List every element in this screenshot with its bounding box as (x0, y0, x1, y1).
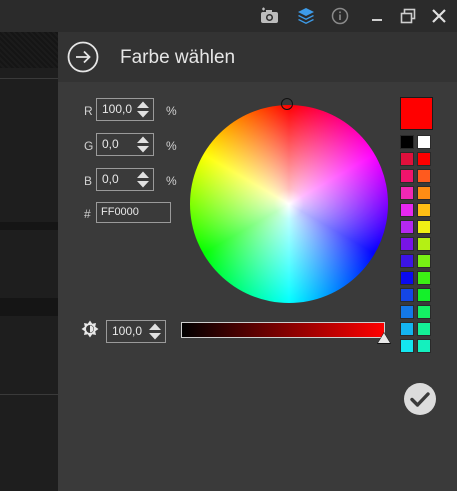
red-stepper-icon[interactable] (136, 100, 150, 119)
red-value: 100,0 (102, 102, 133, 116)
background-toolbar (0, 32, 58, 68)
camera-icon[interactable] (260, 6, 280, 26)
palette-swatch[interactable] (400, 135, 414, 149)
channel-label-b: B (84, 174, 93, 188)
hex-value: FF0000 (101, 206, 139, 218)
palette-swatch[interactable] (417, 135, 431, 149)
restore-icon[interactable] (398, 6, 418, 26)
checkmark-icon (410, 392, 430, 407)
blue-value: 0,0 (102, 172, 119, 186)
brightness-icon (81, 320, 99, 338)
brightness-slider-marker[interactable] (378, 333, 390, 343)
palette-swatch[interactable] (417, 288, 431, 302)
palette-swatch[interactable] (417, 339, 431, 353)
brightness-input[interactable]: 100,0 (106, 320, 166, 343)
palette-swatch[interactable] (417, 322, 431, 336)
red-input[interactable]: 100,0 (96, 98, 154, 121)
brightness-gradient-slider[interactable] (181, 322, 385, 338)
brightness-value: 100,0 (112, 324, 143, 338)
palette-swatch[interactable] (417, 152, 431, 166)
hex-input[interactable]: FF0000 (96, 202, 171, 223)
red-unit: % (166, 104, 177, 118)
green-value: 0,0 (102, 137, 119, 151)
channel-label-r: R (84, 104, 93, 118)
layers-icon[interactable] (296, 6, 316, 26)
hex-label: # (84, 207, 91, 221)
divider (0, 298, 58, 316)
confirm-button[interactable] (404, 383, 436, 415)
background-app-panel (0, 32, 58, 491)
palette-swatch[interactable] (417, 203, 431, 217)
selected-color-swatch (400, 97, 433, 130)
dialog-title: Farbe wählen (120, 47, 236, 68)
palette-swatch[interactable] (417, 169, 431, 183)
palette-swatch[interactable] (417, 254, 431, 268)
brightness-stepper-icon[interactable] (148, 322, 162, 341)
blue-input[interactable]: 0,0 (96, 168, 154, 191)
palette-swatch[interactable] (417, 271, 431, 285)
divider (0, 78, 58, 79)
green-input[interactable]: 0,0 (96, 133, 154, 156)
close-icon[interactable] (429, 6, 449, 26)
palette-swatch[interactable] (400, 254, 414, 268)
color-wheel-handle[interactable] (281, 98, 293, 110)
palette-swatch[interactable] (400, 220, 414, 234)
palette-swatch[interactable] (400, 322, 414, 336)
palette-swatch[interactable] (400, 152, 414, 166)
green-unit: % (166, 139, 177, 153)
palette-swatch[interactable] (400, 271, 414, 285)
blue-stepper-icon[interactable] (136, 170, 150, 189)
color-wheel[interactable] (190, 105, 388, 303)
palette-swatch[interactable] (417, 186, 431, 200)
info-icon[interactable] (330, 6, 350, 26)
window-titlebar (0, 0, 457, 32)
palette-swatch[interactable] (417, 237, 431, 251)
green-stepper-icon[interactable] (136, 135, 150, 154)
palette-swatch[interactable] (400, 305, 414, 319)
palette-swatch[interactable] (400, 288, 414, 302)
blue-unit: % (166, 174, 177, 188)
palette-swatch[interactable] (417, 305, 431, 319)
channel-label-g: G (84, 139, 94, 153)
minimize-icon[interactable] (367, 6, 387, 26)
dialog-header: Farbe wählen (58, 32, 457, 82)
color-picker-panel: Farbe wählen R 100,0 % G 0,0 % B 0,0 % #… (58, 32, 457, 491)
palette-swatch[interactable] (400, 339, 414, 353)
palette-swatch[interactable] (417, 220, 431, 234)
divider (0, 394, 58, 395)
arrow-right-circle-icon[interactable] (67, 41, 99, 73)
divider (0, 222, 58, 230)
palette-swatch[interactable] (400, 237, 414, 251)
palette-swatch[interactable] (400, 203, 414, 217)
palette-swatch[interactable] (400, 186, 414, 200)
palette-swatch[interactable] (400, 169, 414, 183)
